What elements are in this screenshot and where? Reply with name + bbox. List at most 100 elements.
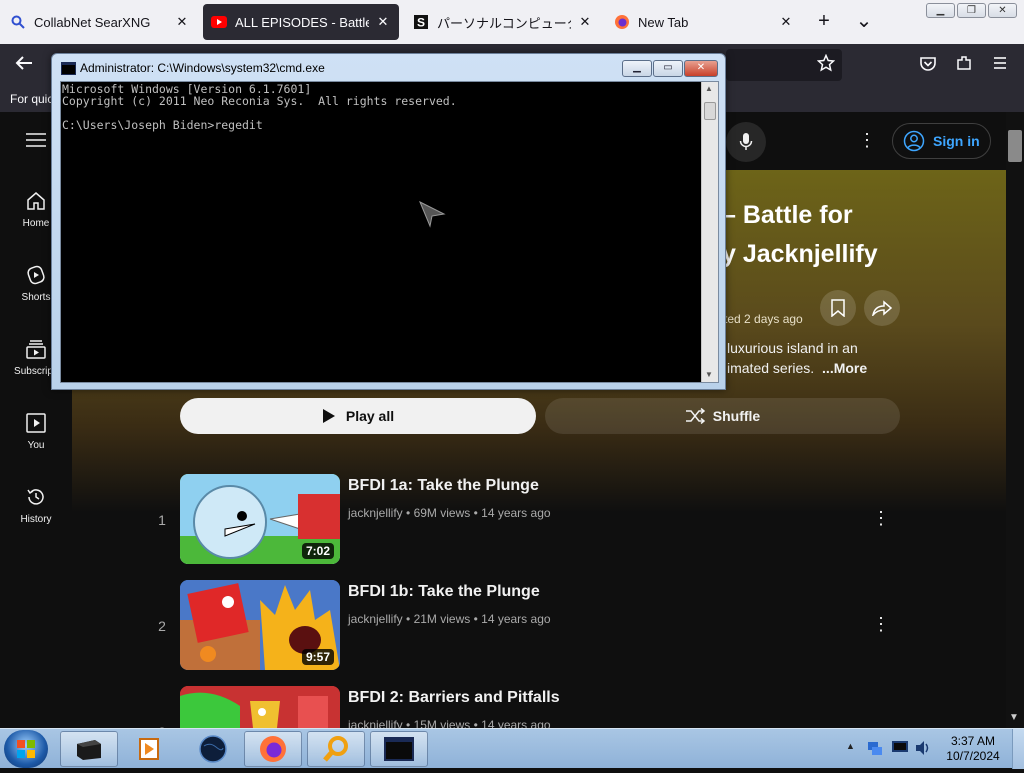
bookmark-star-icon[interactable] [816, 53, 836, 77]
video-action-menu-icon[interactable]: ⋮ [872, 508, 890, 529]
playlist-description-line2: imated series. ...More [727, 360, 868, 376]
history-icon [27, 489, 44, 505]
guide-menu-icon[interactable] [26, 132, 46, 153]
video-meta: jacknjellify • 15M views • 14 years ago [348, 718, 551, 728]
play-all-button[interactable]: Play all [180, 398, 536, 434]
cmd-scrollbar[interactable]: ▲ ▼ [701, 82, 718, 382]
more-link[interactable]: ...More [822, 360, 867, 376]
globe-icon [199, 735, 227, 763]
video-duration: 7:02 [301, 543, 334, 559]
taskbar-clock[interactable]: 3:37 AM 10/7/2024 [936, 734, 1010, 764]
scroll-down-arrow-icon[interactable]: ▼ [1009, 712, 1019, 723]
taskbar: ▲ 3:37 AM 10/7/2024 [0, 728, 1024, 769]
playlist-updated: ted 2 days ago [724, 312, 803, 326]
cmd-maximize-button[interactable]: ▭ [653, 60, 683, 77]
shuffle-icon [685, 408, 705, 424]
video-thumbnail[interactable]: 9:57 [180, 580, 340, 670]
share-icon [872, 300, 892, 316]
pocket-icon[interactable] [919, 55, 937, 78]
page-scrollbar-thumb[interactable] [1008, 130, 1022, 162]
video-duration: 9:57 [301, 649, 334, 665]
taskbar-globe-app[interactable] [184, 731, 242, 767]
console-line: C:\Users\Joseph Biden>regedit [62, 118, 263, 132]
scroll-down-arrow-icon[interactable]: ▼ [705, 370, 713, 379]
tab-title: ALL EPISODES - Battle for D [235, 14, 369, 30]
shuffle-button[interactable]: Shuffle [545, 398, 900, 434]
cmd-scroll-thumb[interactable] [704, 102, 716, 120]
svg-text:S: S [417, 16, 425, 30]
close-tab-icon[interactable]: ✕ [375, 14, 391, 30]
tab-youtube[interactable]: ALL EPISODES - Battle for D ✕ [203, 4, 399, 40]
youtube-icon [211, 14, 227, 30]
account-icon [903, 130, 925, 152]
console-output: Microsoft Windows [Version 6.1.7601] Copy… [62, 83, 457, 131]
sign-in-button[interactable]: Sign in [892, 123, 991, 159]
close-tab-icon[interactable]: ✕ [577, 14, 593, 30]
menu-hamburger-icon[interactable] [991, 54, 1009, 77]
taskbar-show-desktop-app[interactable] [60, 731, 118, 767]
close-window-button[interactable]: ✕ [988, 3, 1017, 18]
share-playlist-button[interactable] [864, 290, 900, 326]
search-icon [10, 14, 26, 30]
network-tray-icon[interactable] [866, 739, 884, 757]
page-scrollbar[interactable] [1006, 112, 1024, 728]
extensions-icon[interactable] [955, 54, 973, 77]
sidebar-item-you[interactable]: You [0, 412, 72, 451]
console-line: Copyright (c) 2011 Neo Reconia Sys. All … [62, 94, 457, 108]
video-title[interactable]: BFDI 1a: Take the Plunge [348, 477, 539, 495]
tab-personal-computer[interactable]: S パーソナルコンピューター ✕ [405, 4, 601, 40]
voice-search-button[interactable] [726, 122, 766, 162]
video-action-menu-icon[interactable]: ⋮ [872, 614, 890, 635]
video-meta: jacknjellify • 69M views • 14 years ago [348, 506, 551, 520]
new-tab-button[interactable]: + [814, 10, 834, 33]
sidebar-item-history[interactable]: History [0, 486, 72, 525]
minimize-button[interactable]: ▁ [926, 3, 955, 18]
tab-searxng[interactable]: CollabNet SearXNG ✕ [2, 4, 198, 40]
video-thumbnail[interactable] [180, 686, 340, 728]
cmd-console[interactable]: Microsoft Windows [Version 6.1.7601] Copy… [60, 81, 719, 383]
save-playlist-button[interactable] [820, 290, 856, 326]
sidebar-item-label: Shorts [21, 292, 51, 303]
firefox-icon [260, 736, 286, 762]
list-all-tabs-button[interactable]: ⌄ [854, 8, 874, 33]
show-desktop-button[interactable] [1012, 729, 1024, 769]
playlist-title-line2: y Jacknjellify [722, 240, 878, 268]
browser-tab-strip: CollabNet SearXNG ✕ ALL EPISODES - Battl… [0, 0, 1024, 44]
video-title[interactable]: BFDI 1b: Take the Plunge [348, 583, 540, 601]
settings-kebab-icon[interactable]: ⋮ [858, 130, 876, 151]
firefox-icon [614, 14, 630, 30]
close-tab-icon[interactable]: ✕ [174, 14, 190, 30]
monitor-tray-icon[interactable] [891, 740, 909, 756]
back-arrow-icon[interactable] [14, 53, 34, 78]
cmd-minimize-button[interactable]: ▁ [622, 60, 652, 77]
mouse-cursor-icon [419, 200, 446, 228]
sign-in-label: Sign in [933, 133, 980, 149]
home-icon [27, 192, 45, 210]
s-icon: S [413, 14, 429, 30]
cmd-window[interactable]: Administrator: C:\Windows\system32\cmd.e… [51, 53, 726, 390]
taskbar-media-player[interactable] [120, 731, 178, 767]
taskbar-cmd[interactable] [370, 731, 428, 767]
start-button[interactable] [4, 730, 48, 768]
tab-title: CollabNet SearXNG [34, 14, 151, 30]
sidebar-item-label: Home [22, 218, 50, 229]
microphone-icon [739, 133, 753, 150]
close-tab-icon[interactable]: ✕ [778, 14, 794, 30]
tab-title: New Tab [638, 14, 689, 30]
video-title[interactable]: BFDI 2: Barriers and Pitfalls [348, 689, 560, 707]
show-hidden-icons-button[interactable]: ▲ [846, 741, 855, 751]
taskbar-search-app[interactable] [307, 731, 365, 767]
cmd-icon [384, 737, 414, 761]
cmd-close-button[interactable]: ✕ [684, 60, 718, 77]
tab-new-tab[interactable]: New Tab ✕ [606, 4, 802, 40]
scroll-up-arrow-icon[interactable]: ▲ [705, 84, 713, 93]
shuffle-label: Shuffle [712, 408, 761, 424]
volume-tray-icon[interactable] [914, 739, 932, 757]
clock-date: 10/7/2024 [946, 749, 1000, 763]
thumbnail-art [180, 686, 340, 728]
video-thumbnail[interactable]: 7:02 [180, 474, 340, 564]
maximize-button[interactable]: ❐ [957, 3, 986, 18]
taskbar-firefox[interactable] [244, 731, 302, 767]
shorts-icon [27, 265, 45, 285]
media-player-icon [139, 738, 159, 760]
